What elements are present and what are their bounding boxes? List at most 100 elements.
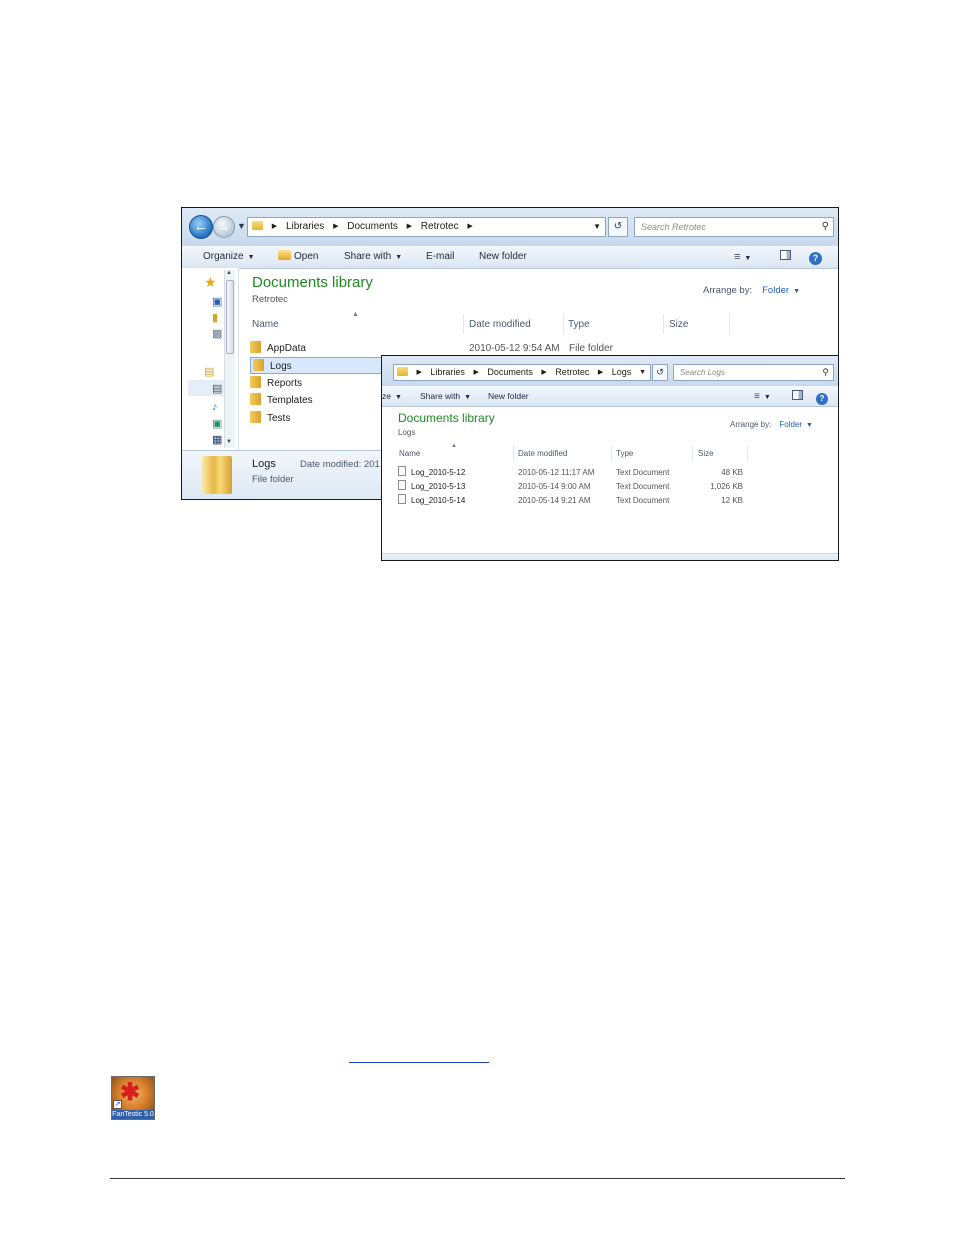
preview-pane-button[interactable] [792,386,803,406]
change-view-button[interactable]: ≡ ▼ [754,386,771,408]
list-item-selected[interactable]: Logs [250,357,383,374]
address-bar-row: ← → ▼ ▶ Libraries ▶ Documents ▶ Retrotec… [182,208,838,247]
share-with-button[interactable]: Share with ▼ [344,246,402,269]
hyperlink-underline[interactable] [349,1062,489,1063]
breadcrumb-arrow-icon[interactable]: ▶ [467,218,472,236]
address-bar-row: ▶ Libraries ▶ Documents ▶ Retrotec ▶ Log… [382,356,838,387]
column-header-date-modified[interactable]: Date modified [469,319,531,337]
scroll-up-icon[interactable]: ▲ [226,270,232,276]
address-bar[interactable]: ▶ Libraries ▶ Documents ▶ Retrotec ▶ ▼ [247,217,606,237]
item-name: Log_2010-5-14 [411,496,466,505]
chevron-down-icon: ▼ [763,394,771,401]
organize-button[interactable]: ze ▼ [382,386,402,408]
preview-pane-button[interactable] [780,246,791,268]
arrange-by-dropdown[interactable]: Folder ▼ [779,420,813,429]
item-date-modified: 2010-05-14 9:00 AM [518,482,591,491]
column-header-size[interactable]: Size [698,449,714,463]
column-header-date-modified[interactable]: Date modified [518,449,567,463]
forward-button[interactable]: → [213,216,235,238]
column-divider[interactable] [611,445,612,461]
breadcrumb-retrotec[interactable]: Retrotec [421,218,459,236]
breadcrumb-libraries[interactable]: Libraries [430,365,465,380]
column-divider[interactable] [513,445,514,461]
column-header-name[interactable]: Name [252,319,279,337]
change-view-button[interactable]: ≡ ▼ [734,246,751,270]
list-item[interactable]: Log_2010-5-14 2010-05-14 9:21 AM Text Do… [398,494,744,508]
back-button[interactable]: ← [189,215,213,239]
breadcrumb-arrow-icon[interactable]: ▶ [333,218,338,236]
navigation-pane: ★ ▣ ▮ ▩ ▤ ▤ ♪ ▣ ▦ ▲ ▼ [182,268,239,450]
email-button[interactable]: E-mail [426,246,454,268]
list-item[interactable]: Tests [250,410,290,427]
breadcrumb-documents[interactable]: Documents [347,218,398,236]
open-button[interactable]: Open [278,246,318,268]
arrange-by: Arrange by: Folder ▼ [730,420,813,429]
item-type: Text Document [616,482,670,491]
breadcrumb-logs[interactable]: Logs [612,365,632,380]
videos-library-icon[interactable]: ▦ [212,434,222,446]
column-divider[interactable] [663,314,664,334]
help-button[interactable]: ? [816,386,828,406]
folder-icon [397,367,408,376]
breadcrumb-documents[interactable]: Documents [487,365,533,380]
breadcrumb-libraries[interactable]: Libraries [286,218,324,236]
library-title: Documents library [252,274,373,291]
arrange-by-label: Arrange by: [730,420,772,429]
preview-pane-icon [780,250,791,260]
status-bar [382,553,838,560]
breadcrumb-retrotec[interactable]: Retrotec [555,365,589,380]
refresh-button[interactable]: ↺ [652,364,668,381]
column-divider[interactable] [463,314,464,334]
breadcrumb-arrow-icon[interactable]: ▶ [407,218,412,236]
desktop-icon[interactable]: ▣ [212,296,222,308]
column-header-type[interactable]: Type [616,449,633,463]
search-icon[interactable]: ⚲ [822,365,829,380]
library-subtitle: Retrotec [252,294,288,305]
recent-pages-dropdown-icon[interactable]: ▼ [237,221,246,231]
item-name: Log_2010-5-12 [411,468,466,477]
item-date-modified: 2010-05-14 9:21 AM [518,496,591,505]
organize-button[interactable]: Organize ▼ [203,246,255,269]
column-header-size[interactable]: Size [669,319,688,337]
column-divider[interactable] [563,314,564,334]
breadcrumb-arrow-icon[interactable]: ▶ [598,365,603,380]
list-item[interactable]: Reports [250,375,302,392]
scroll-thumb[interactable] [226,280,234,354]
breadcrumb-arrow-icon[interactable]: ▶ [417,365,422,380]
help-button[interactable]: ? [809,246,822,268]
nav-scrollbar[interactable]: ▲ ▼ [224,270,235,448]
breadcrumb-arrow-icon[interactable]: ▶ [473,365,478,380]
music-library-icon[interactable]: ♪ [212,401,218,413]
chevron-down-icon[interactable]: ▼ [593,218,601,236]
downloads-folder-icon[interactable]: ▮ [212,312,218,324]
column-divider[interactable] [692,445,693,461]
column-header-name[interactable]: Name [399,449,420,463]
search-icon[interactable]: ⚲ [822,218,829,236]
list-item[interactable]: Log_2010-5-12 2010-05-12 11:17 AM Text D… [398,466,744,480]
address-bar[interactable]: ▶ Libraries ▶ Documents ▶ Retrotec ▶ Log… [393,364,651,381]
search-input[interactable]: Search Logs ⚲ [673,364,834,381]
new-folder-button[interactable]: New folder [479,246,527,268]
breadcrumb-arrow-icon[interactable]: ▶ [272,218,277,236]
recent-places-icon[interactable]: ▩ [212,328,222,340]
arrange-by-dropdown[interactable]: Folder ▼ [762,285,800,296]
documents-library-icon[interactable]: ▤ [212,383,222,395]
refresh-button[interactable]: ↺ [608,217,628,237]
chevron-down-icon[interactable]: ▼ [639,365,646,380]
column-divider[interactable] [729,314,730,334]
list-item[interactable]: Templates [250,392,313,409]
folder-icon [250,341,261,353]
share-with-button[interactable]: Share with ▼ [420,386,471,408]
favorites-star-icon[interactable]: ★ [204,275,217,289]
column-divider[interactable] [747,445,748,461]
column-header-type[interactable]: Type [568,319,590,337]
search-input[interactable]: Search Retrotec ⚲ [634,217,834,237]
breadcrumb-arrow-icon[interactable]: ▶ [541,365,546,380]
libraries-icon[interactable]: ▤ [204,366,214,378]
new-folder-button[interactable]: New folder [488,386,529,406]
list-item[interactable]: Log_2010-5-13 2010-05-14 9:00 AM Text Do… [398,480,744,494]
scroll-down-icon[interactable]: ▼ [226,439,232,445]
folder-icon [252,221,263,230]
fan-shortcut-icon[interactable]: ✱ ↗ FanTestic 5.0 [111,1076,155,1120]
pictures-library-icon[interactable]: ▣ [212,418,222,430]
